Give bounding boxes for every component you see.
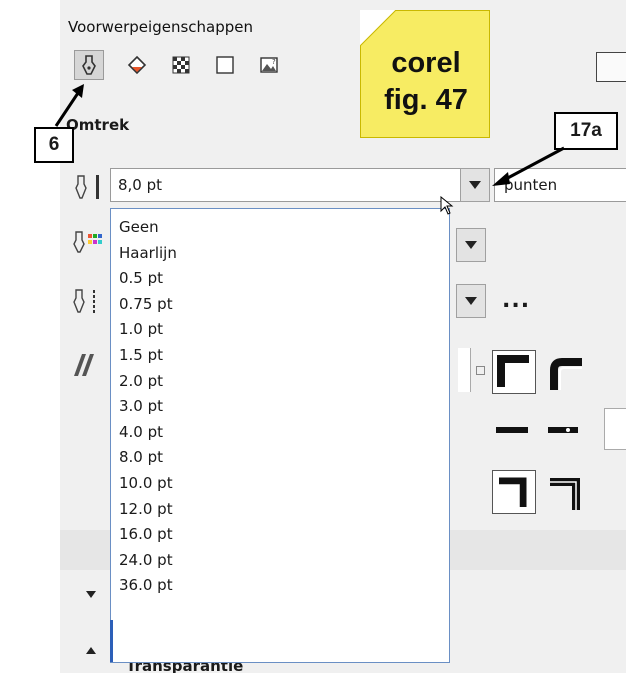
note-fold-icon (360, 10, 396, 46)
dropdown-option[interactable]: 0.5 pt (119, 266, 177, 292)
list-scroll-indicator (110, 620, 113, 662)
callout-17a-arrow (492, 146, 565, 186)
outline-width-combobox[interactable] (110, 168, 490, 202)
dropdown-option[interactable]: 8.0 pt (119, 445, 177, 471)
corner-miter-button[interactable] (492, 350, 536, 394)
chevron-down-icon (469, 181, 481, 189)
annotation-note: corel fig. 47 (360, 10, 490, 138)
note-line-1: corel (391, 47, 461, 79)
callout-6-arrow (54, 84, 84, 127)
tab-transparency[interactable] (210, 50, 240, 80)
tab-bitmap[interactable]: ? (254, 50, 284, 80)
dropdown-option[interactable]: 12.0 pt (119, 497, 177, 523)
cap-field-edge (604, 408, 626, 450)
transparency-square-icon (216, 56, 234, 74)
bitmap-image-icon: ? (260, 57, 278, 73)
dropdown-option[interactable]: 24.0 pt (119, 548, 177, 574)
rounded-corner-icon[interactable] (546, 354, 588, 394)
outline-color-dropdown-button[interactable] (456, 228, 486, 262)
dropdown-option[interactable]: 3.0 pt (119, 394, 177, 420)
mouse-cursor-icon (440, 196, 454, 215)
expand-arrow-icon[interactable] (86, 640, 96, 659)
outline-outside-icon (499, 477, 527, 507)
svg-text:?: ? (272, 58, 276, 66)
collapse-arrow-icon[interactable] (86, 584, 96, 603)
round-cap-icon[interactable] (544, 420, 584, 440)
dropdown-option[interactable]: 1.5 pt (119, 343, 177, 369)
dropdown-option[interactable]: 36.0 pt (119, 573, 177, 599)
miter-corner-icon (497, 355, 529, 387)
docker-title: Voorwerpeigenschappen (68, 18, 253, 36)
dropdown-option[interactable]: 10.0 pt (119, 471, 177, 497)
note-line-2: fig. 47 (384, 84, 468, 116)
calligraphy-icon (74, 354, 94, 376)
pen-outline-icon (82, 55, 96, 75)
dropdown-option[interactable]: 4.0 pt (119, 420, 177, 446)
outline-width-icon (75, 175, 99, 199)
dropdown-option[interactable]: 2.0 pt (119, 369, 177, 395)
docker-options-button[interactable] (596, 52, 626, 82)
line-style-dropdown-button[interactable] (456, 284, 486, 318)
position-outside-button[interactable] (492, 470, 536, 514)
dropdown-option[interactable]: 0.75 pt (119, 292, 177, 318)
dropdown-option[interactable]: 16.0 pt (119, 522, 177, 548)
tab-pattern[interactable] (166, 50, 196, 80)
tab-fill[interactable] (122, 50, 152, 80)
outline-center-icon[interactable] (546, 474, 588, 514)
pattern-grid-icon (172, 56, 190, 74)
callout-6: 6 (34, 127, 74, 163)
field-edge (458, 348, 471, 392)
line-style-icon (73, 289, 95, 314)
chevron-down-icon (465, 241, 477, 249)
more-styles-button[interactable]: ... (502, 288, 530, 313)
outline-color-icon (73, 231, 102, 253)
chevron-down-icon (465, 297, 477, 305)
tab-outline[interactable] (74, 50, 104, 80)
outline-width-value: 8,0 pt (118, 176, 163, 194)
butt-cap-icon[interactable] (492, 420, 532, 440)
dropdown-option[interactable]: Geen (119, 215, 177, 241)
dropdown-option[interactable]: Haarlijn (119, 241, 177, 267)
fill-bucket-icon (127, 55, 147, 75)
lock-checkbox[interactable] (476, 366, 485, 375)
outline-width-dropdown-list[interactable]: Geen Haarlijn 0.5 pt 0.75 pt 1.0 pt 1.5 pt 2.0… (110, 208, 450, 663)
dropdown-option[interactable]: 1.0 pt (119, 317, 177, 343)
